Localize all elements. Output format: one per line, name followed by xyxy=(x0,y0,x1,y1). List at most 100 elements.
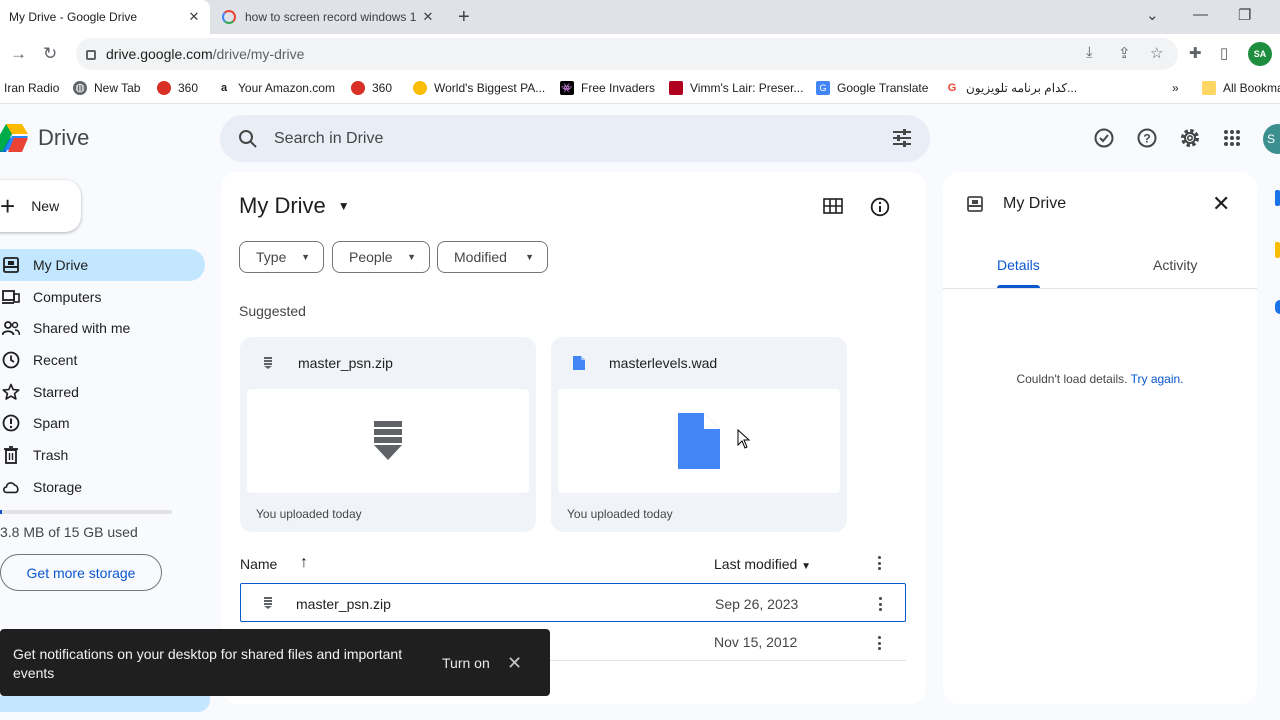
column-name[interactable]: Name xyxy=(240,556,277,572)
install-icon[interactable]: ⤓ xyxy=(1086,44,1093,61)
restore-icon[interactable]: ❐ xyxy=(1238,6,1251,24)
filter-chip-people[interactable]: People ▼ xyxy=(332,241,430,273)
bookmark-item[interactable]: 360 xyxy=(351,81,392,95)
tab-details[interactable]: Details xyxy=(997,257,1040,273)
file-modified: Nov 15, 2012 xyxy=(714,634,798,650)
bookmark-item[interactable]: All Bookma xyxy=(1202,81,1280,95)
google-favicon-icon xyxy=(222,10,236,24)
browser-toolbar: → ↻ drive.google.com/drive/my-drive ⤓ ⇪ … xyxy=(0,34,1280,74)
search-icon[interactable] xyxy=(238,129,258,149)
tab-my-drive[interactable]: My Drive - Google Drive ✕ xyxy=(0,0,210,34)
filter-chip-modified[interactable]: Modified ▼ xyxy=(437,241,548,273)
document-file-icon xyxy=(678,413,720,469)
get-more-storage-button[interactable]: Get more storage xyxy=(0,554,162,591)
close-icon[interactable]: ✕ xyxy=(186,9,202,25)
error-message: Couldn't load details. Try again. xyxy=(1016,372,1184,386)
browser-tab-bar: My Drive - Google Drive ✕ how to screen … xyxy=(0,0,1280,34)
close-icon[interactable]: ✕ xyxy=(507,653,522,674)
table-row[interactable]: master_psn.zip Sep 26, 2023 xyxy=(240,583,906,622)
invaders-icon: 👾 xyxy=(560,81,574,95)
bookmark-item[interactable]: a Your Amazon.com xyxy=(217,81,335,95)
apps-grid-icon[interactable] xyxy=(1221,127,1243,149)
tab-activity[interactable]: Activity xyxy=(1153,257,1197,273)
sidebar-item-my-drive[interactable]: My Drive xyxy=(0,249,205,281)
sidebar-item-storage[interactable]: Storage xyxy=(0,471,205,503)
360-icon xyxy=(157,81,171,95)
keep-addon-icon[interactable] xyxy=(1275,242,1280,258)
card-subtitle: You uploaded today xyxy=(256,507,362,521)
turn-on-button[interactable]: Turn on xyxy=(442,655,490,671)
more-vert-icon[interactable] xyxy=(878,556,882,573)
bookmarks-bar: Iran Radio ◍ New Tab 360 a Your Amazon.com… xyxy=(0,74,1280,104)
card-header: master_psn.zip xyxy=(260,355,393,371)
zip-file-icon xyxy=(263,596,273,613)
close-icon[interactable]: ✕ xyxy=(420,9,436,25)
forward-icon[interactable]: → xyxy=(10,44,27,64)
reload-icon[interactable]: ↻ xyxy=(43,44,57,64)
bookmark-item[interactable]: Vimm's Lair: Preser... xyxy=(669,81,803,95)
close-icon[interactable]: ✕ xyxy=(1212,193,1230,215)
side-panel-icon[interactable]: ▯ xyxy=(1220,44,1228,62)
filter-chip-type[interactable]: Type ▼ xyxy=(239,241,324,273)
bookmark-item[interactable]: 👾 Free Invaders xyxy=(560,81,655,95)
pacman-icon xyxy=(413,81,427,95)
search-input[interactable] xyxy=(274,129,874,148)
url-text: drive.google.com/drive/my-drive xyxy=(106,46,305,62)
try-again-link[interactable]: Try again. xyxy=(1131,372,1184,386)
tasks-addon-icon[interactable] xyxy=(1275,300,1280,314)
share-icon[interactable]: ⇪ xyxy=(1118,44,1131,62)
column-last-modified[interactable]: Last modified ▼ xyxy=(714,556,811,572)
sidebar-item-trash[interactable]: Trash xyxy=(0,439,205,471)
drive-logo[interactable]: Drive xyxy=(0,122,89,154)
user-avatar[interactable]: S xyxy=(1263,124,1280,154)
calendar-addon-icon[interactable] xyxy=(1275,190,1280,206)
chevron-down-icon[interactable]: ⌄ xyxy=(1146,6,1159,24)
bookmark-item[interactable]: ◍ New Tab xyxy=(73,81,140,95)
file-thumbnail xyxy=(558,389,840,493)
bookmarks-overflow[interactable]: » xyxy=(1172,81,1179,95)
caret-down-icon: ▼ xyxy=(301,252,310,262)
folder-icon xyxy=(1202,81,1216,95)
sidebar-item-spam[interactable]: Spam xyxy=(0,407,205,439)
app-name: Drive xyxy=(38,125,90,150)
side-panel-strip xyxy=(1262,172,1280,704)
bookmark-item[interactable]: World's Biggest PA... xyxy=(413,81,545,95)
suggested-card[interactable]: masterlevels.wad You uploaded today xyxy=(551,337,847,532)
bookmark-item[interactable]: G کدام برنامه تلویزیون... xyxy=(945,81,1077,95)
search-options-icon[interactable] xyxy=(892,129,912,147)
more-vert-icon[interactable] xyxy=(879,597,883,614)
bookmark-item[interactable]: G Google Translate xyxy=(816,81,928,95)
gear-icon[interactable] xyxy=(1179,127,1201,149)
grid-view-icon[interactable] xyxy=(823,197,843,220)
storage-usage-text: 3.8 MB of 15 GB used xyxy=(0,524,138,540)
caret-down-icon: ▼ xyxy=(337,199,350,213)
help-icon[interactable]: ? xyxy=(1136,127,1158,149)
bookmark-item[interactable]: 360 xyxy=(157,81,198,95)
address-bar[interactable]: drive.google.com/drive/my-drive xyxy=(76,38,1178,70)
offline-ready-icon[interactable] xyxy=(1093,127,1115,149)
more-vert-icon[interactable] xyxy=(878,636,882,653)
page-title[interactable]: My Drive ▼ xyxy=(239,193,350,219)
sidebar-item-recent[interactable]: Recent xyxy=(0,344,205,376)
tab-search[interactable]: how to screen record windows 1 ✕ xyxy=(212,0,444,34)
minimize-icon[interactable]: — xyxy=(1193,6,1208,23)
card-header: masterlevels.wad xyxy=(571,355,717,371)
computers-icon xyxy=(2,288,20,306)
caret-down-icon: ▼ xyxy=(525,252,534,262)
extensions-icon[interactable]: ✚ xyxy=(1189,44,1202,62)
new-button[interactable]: + New xyxy=(0,180,81,232)
new-tab-icon[interactable]: + xyxy=(458,7,470,27)
bookmark-item[interactable]: Iran Radio xyxy=(4,81,59,95)
sidebar-item-starred[interactable]: Starred xyxy=(0,376,205,408)
search-bar[interactable] xyxy=(220,115,930,162)
bookmark-star-icon[interactable]: ☆ xyxy=(1150,44,1163,62)
lock-icon xyxy=(86,50,96,60)
sidebar-item-shared[interactable]: Shared with me xyxy=(0,312,205,344)
info-icon[interactable] xyxy=(870,197,890,222)
storage-progress-fill xyxy=(0,510,2,514)
arrow-up-icon[interactable]: ↑ xyxy=(300,554,308,572)
translate-icon: G xyxy=(816,81,830,95)
suggested-card[interactable]: master_psn.zip You uploaded today xyxy=(240,337,536,532)
sidebar-item-computers[interactable]: Computers xyxy=(0,281,205,313)
profile-avatar[interactable]: SA xyxy=(1248,42,1272,66)
